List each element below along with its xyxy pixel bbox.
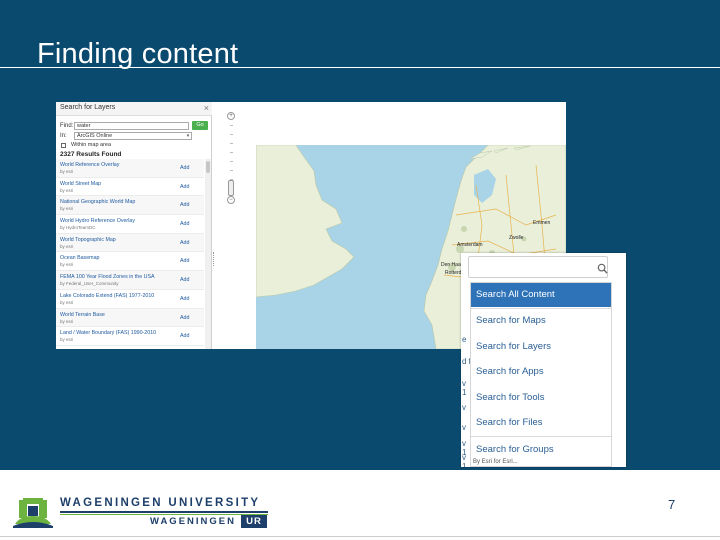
search-option-search-for-maps[interactable]: Search for Maps	[471, 309, 611, 333]
find-input[interactable]: water	[74, 122, 189, 130]
result-owner: by esri	[60, 169, 74, 174]
result-title[interactable]: National Geographic World Map	[60, 199, 135, 205]
table-row: FEMA 100 Year Flood Zones in the USA by F…	[56, 271, 204, 290]
page-number: 7	[668, 497, 676, 512]
result-owner: by esri	[60, 337, 74, 343]
add-layer-button[interactable]: Add	[180, 277, 189, 283]
result-owner: by esri	[60, 318, 74, 324]
background-glyph: v	[462, 403, 466, 412]
result-title[interactable]: Ocean Basemap	[60, 255, 99, 261]
zoom-slider-handle[interactable]	[228, 180, 234, 196]
result-title[interactable]: Lake Colorado Extend (FAS) 1977-2010	[60, 293, 154, 299]
university-name: WAGENINGEN UNIVERSITY	[60, 497, 261, 509]
find-label: Find:	[60, 123, 74, 129]
chevron-down-icon[interactable]: ▾	[184, 132, 192, 140]
logo-rule	[60, 511, 268, 513]
result-title[interactable]: World Topographic Map	[60, 237, 116, 243]
panel-title: Search for Layers	[60, 104, 116, 111]
add-layer-button[interactable]: Add	[180, 315, 189, 321]
in-select[interactable]: ArcGIS Online	[74, 132, 192, 140]
slide-footer: WAGENINGEN UNIVERSITY WAGENINGEN UR 7	[0, 470, 720, 540]
search-option-search-for-files[interactable]: Search for Files	[471, 411, 611, 435]
search-options-menu: Search All Content Search for Maps Search …	[470, 282, 612, 467]
zoom-out-icon[interactable]: −	[227, 196, 235, 204]
map-label-emmen: Emmen	[533, 220, 551, 226]
footer-rule	[0, 536, 720, 537]
background-glyph: v	[462, 423, 466, 432]
search-dropdown-screenshot: e d f v 1 v v v 1 v 1 Search All Content…	[461, 253, 626, 467]
search-option-search-for-layers[interactable]: Search for Layers	[471, 335, 611, 359]
result-owner: by Federal_User_Community	[60, 281, 119, 287]
table-row: World Terrain Base by esri Add	[56, 308, 204, 328]
search-input[interactable]	[468, 256, 608, 278]
search-option-search-for-tools[interactable]: Search for Tools	[471, 386, 611, 410]
add-layer-button[interactable]: Add	[180, 202, 189, 208]
go-button[interactable]: Go	[192, 121, 208, 130]
within-map-checkbox[interactable]	[61, 143, 66, 148]
add-layer-button[interactable]: Add	[180, 296, 189, 302]
add-layer-button[interactable]: Add	[180, 221, 189, 227]
result-title[interactable]: World Street Map	[60, 181, 101, 187]
result-owner: by esri	[60, 299, 74, 305]
panel-resize-handle[interactable]	[213, 252, 216, 266]
table-row: World Street Map by esri Add	[56, 178, 204, 197]
table-row: World Topographic Map by esri Add	[56, 233, 204, 253]
results-count: 2327 Results Found	[60, 151, 122, 158]
within-map-label: Within map area	[71, 142, 112, 148]
search-icon[interactable]	[597, 263, 608, 274]
zoom-in-icon[interactable]: +	[227, 112, 235, 120]
result-owner: by esri	[60, 187, 74, 193]
results-scrollbar[interactable]	[205, 159, 211, 349]
search-option-search-for-apps[interactable]: Search for Apps	[471, 360, 611, 384]
add-layer-button[interactable]: Add	[180, 333, 189, 339]
add-layer-button[interactable]: Add	[180, 184, 189, 190]
result-owner: by esri	[60, 262, 74, 268]
result-owner: by esri	[60, 243, 74, 249]
close-icon[interactable]: ×	[204, 103, 209, 113]
title-underline	[0, 67, 720, 68]
table-row: Lake Colorado Extend (FAS) 1977-2010 by e…	[56, 290, 204, 309]
logo-rule-green	[60, 514, 268, 515]
table-row: World Reference Overlay by esri Add	[56, 159, 204, 178]
search-for-layers-panel: Search for Layers × Find: water Go In: A…	[56, 102, 212, 349]
menu-separator	[471, 436, 611, 437]
add-layer-button[interactable]: Add	[180, 258, 189, 264]
add-layer-button[interactable]: Add	[180, 165, 189, 171]
result-title[interactable]: Land / Water Boundary (FAS) 1990-2010	[60, 330, 156, 336]
result-title[interactable]: World Hydro Reference Overlay	[60, 218, 135, 224]
map-label-zwolle: Zwolle	[509, 235, 524, 241]
result-title[interactable]: FEMA 100 Year Flood Zones in the USA	[60, 274, 155, 280]
search-option-search-all-content[interactable]: Search All Content	[471, 283, 611, 307]
wur-ur-mark: UR	[241, 515, 267, 528]
panel-header: Search for Layers ×	[56, 102, 212, 116]
slide-header-area: Finding content Search for Layers × Find…	[0, 0, 720, 470]
result-owner: by HydroTeamDC	[60, 225, 96, 231]
table-row: Land / Water Boundary (FAS) 1990-2010 by …	[56, 327, 204, 346]
background-footer-text: By Esri for Esri...	[473, 459, 518, 465]
map-label-amsterdam: Amsterdam	[457, 242, 483, 248]
table-row: World Hydro Reference Overlay by HydroTea…	[56, 215, 204, 234]
scrollbar-thumb[interactable]	[206, 161, 210, 173]
in-label: In:	[60, 133, 67, 139]
wur-wordmark: WAGENINGEN	[150, 516, 236, 527]
table-row: Ocean Basemap by esri Add	[56, 252, 204, 272]
background-glyph: e	[462, 335, 467, 344]
add-layer-button[interactable]: Add	[180, 240, 189, 246]
result-title[interactable]: World Terrain Base	[60, 312, 105, 318]
results-list: World Reference Overlay by esri Add World S…	[56, 159, 204, 346]
result-owner: by esri	[60, 206, 74, 212]
wur-logo-icon	[13, 498, 53, 528]
table-row: National Geographic World Map by esri Add	[56, 196, 204, 216]
result-title[interactable]: World Reference Overlay	[60, 162, 119, 168]
